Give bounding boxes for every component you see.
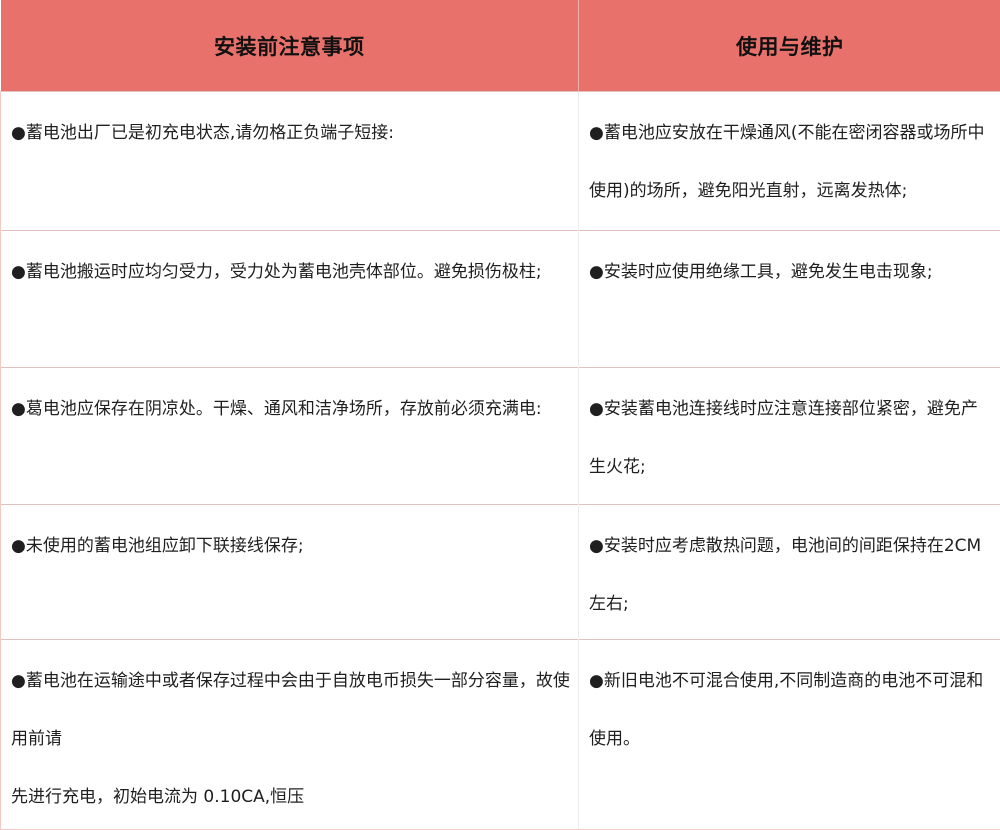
maintenance-cell: ●蓄电池应安放在干燥通风(不能在密闭容器或场所中使用)的场所，避免阳光直射，远离… — [579, 92, 1000, 231]
precaution-cell: ●蓄电池搬运时应均匀受力，受力处为蓄电池壳体部位。避免损伤极柱; — [1, 231, 579, 368]
cell-line: ●蓄电池出厂已是初充电状态,请勿格正负端子短接: — [11, 104, 570, 162]
cell-line: ●蓄电池在运输途中或者保存过程中会由于自放电币损失一部分容量，故使用前请 — [11, 652, 570, 768]
cell-line: ●安装时应考虑散热问题，电池间的间距保持在2CM 左右; — [589, 517, 992, 633]
table-row: ●蓄电池在运输途中或者保存过程中会由于自放电币损失一部分容量，故使用前请 先进行… — [1, 640, 1000, 830]
cell-text: ●蓄电池在运输途中或者保存过程中会由于自放电币损失一部分容量，故使用前请 先进行… — [11, 640, 570, 826]
battery-care-sheet: 安装前注意事项 使用与维护 ●蓄电池出厂已是初充电状态,请勿格正负端子短接: ●… — [0, 0, 1000, 825]
maintenance-cell: ●新旧电池不可混合使用,不同制造商的电池不可混和使用。 — [579, 640, 1000, 830]
precaution-cell: ●葛电池应保存在阴凉处。干燥、通风和洁净场所，存放前必须充满电: — [1, 368, 579, 505]
table-header: 安装前注意事项 使用与维护 — [1, 0, 1000, 92]
cell-text: ●新旧电池不可混合使用,不同制造商的电池不可混和使用。 — [589, 640, 992, 768]
cell-text: ●安装时应考虑散热问题，电池间的间距保持在2CM 左右; — [589, 505, 992, 633]
cell-text: ●蓄电池出厂已是初充电状态,请勿格正负端子短接: — [11, 92, 570, 162]
cell-line: ●未使用的蓄电池组应卸下联接线保存; — [11, 517, 570, 575]
cell-text: ●蓄电池应安放在干燥通风(不能在密闭容器或场所中使用)的场所，避免阳光直射，远离… — [589, 92, 992, 220]
cell-text: ●安装蓄电池连接线时应注意连接部位紧密，避免产生火花; — [589, 368, 992, 496]
maintenance-cell: ●安装时应使用绝缘工具，避免发生电击现象; — [579, 231, 1000, 368]
precaution-cell: ●未使用的蓄电池组应卸下联接线保存; — [1, 505, 579, 640]
battery-care-table: 安装前注意事项 使用与维护 ●蓄电池出厂已是初充电状态,请勿格正负端子短接: ●… — [0, 0, 1000, 830]
maintenance-cell: ●安装时应考虑散热问题，电池间的间距保持在2CM 左右; — [579, 505, 1000, 640]
header-row: 安装前注意事项 使用与维护 — [1, 0, 1000, 92]
table-body: ●蓄电池出厂已是初充电状态,请勿格正负端子短接: ●蓄电池应安放在干燥通风(不能… — [1, 92, 1000, 830]
cell-line: 先进行充电，初始电流为 0.10CA,恒压 — [11, 768, 570, 826]
table-row: ●未使用的蓄电池组应卸下联接线保存; ●安装时应考虑散热问题，电池间的间距保持在… — [1, 505, 1000, 640]
header-usage-maintenance: 使用与维护 — [579, 0, 1000, 92]
cell-text: ●葛电池应保存在阴凉处。干燥、通风和洁净场所，存放前必须充满电: — [11, 368, 570, 438]
table-row: ●蓄电池搬运时应均匀受力，受力处为蓄电池壳体部位。避免损伤极柱; ●安装时应使用… — [1, 231, 1000, 368]
precaution-cell: ●蓄电池出厂已是初充电状态,请勿格正负端子短接: — [1, 92, 579, 231]
cell-line: ●安装时应使用绝缘工具，避免发生电击现象; — [589, 243, 992, 301]
cell-text: ●安装时应使用绝缘工具，避免发生电击现象; — [589, 231, 992, 301]
cell-line: ●蓄电池搬运时应均匀受力，受力处为蓄电池壳体部位。避免损伤极柱; — [11, 243, 570, 301]
cell-line: ●蓄电池应安放在干燥通风(不能在密闭容器或场所中使用)的场所，避免阳光直射，远离… — [589, 104, 992, 220]
table-row: ●蓄电池出厂已是初充电状态,请勿格正负端子短接: ●蓄电池应安放在干燥通风(不能… — [1, 92, 1000, 231]
header-precautions: 安装前注意事项 — [1, 0, 579, 92]
cell-line: ●安装蓄电池连接线时应注意连接部位紧密，避免产生火花; — [589, 380, 992, 496]
cell-line: ●葛电池应保存在阴凉处。干燥、通风和洁净场所，存放前必须充满电: — [11, 380, 570, 438]
cell-text: ●未使用的蓄电池组应卸下联接线保存; — [11, 505, 570, 575]
cell-text: ●蓄电池搬运时应均匀受力，受力处为蓄电池壳体部位。避免损伤极柱; — [11, 231, 570, 301]
maintenance-cell: ●安装蓄电池连接线时应注意连接部位紧密，避免产生火花; — [579, 368, 1000, 505]
cell-line: ●新旧电池不可混合使用,不同制造商的电池不可混和使用。 — [589, 652, 992, 768]
table-row: ●葛电池应保存在阴凉处。干燥、通风和洁净场所，存放前必须充满电: ●安装蓄电池连… — [1, 368, 1000, 505]
precaution-cell: ●蓄电池在运输途中或者保存过程中会由于自放电币损失一部分容量，故使用前请 先进行… — [1, 640, 579, 830]
